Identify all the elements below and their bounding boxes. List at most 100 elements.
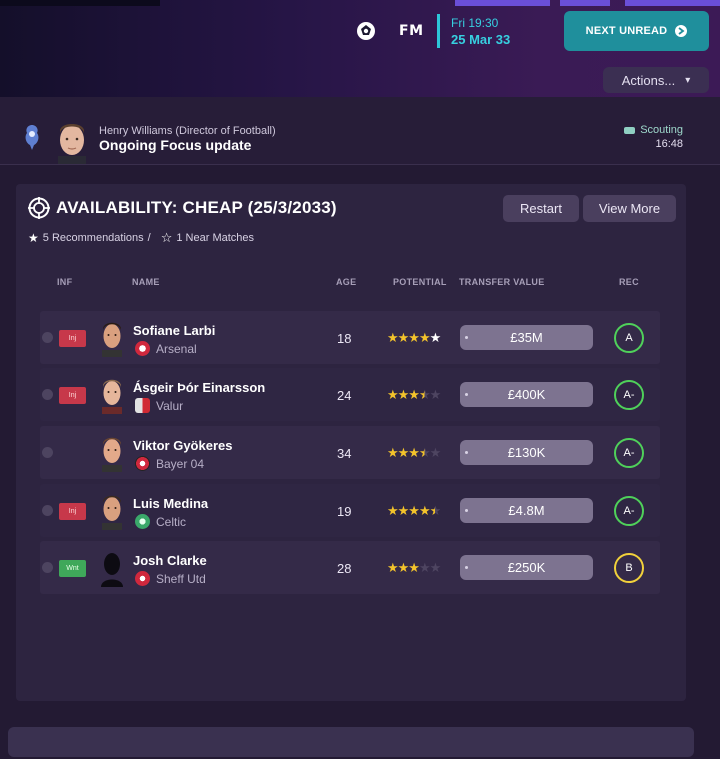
player-silhouette-icon <box>101 553 123 587</box>
player-club[interactable]: Arsenal <box>135 341 197 356</box>
valur-crest-icon <box>135 398 150 413</box>
recommendation-grade: A- <box>614 380 644 410</box>
row-select-checkbox[interactable] <box>42 505 53 516</box>
actions-dropdown[interactable]: Actions... ▾ <box>603 67 709 93</box>
top-stripe <box>625 0 720 6</box>
celtic-crest-icon <box>135 514 150 529</box>
next-unread-label: NEXT UNREAD <box>585 25 668 37</box>
top-stripe-dark <box>0 0 160 6</box>
summary-line: ★ 5 Recommendations / ☆ 1 Near Matches <box>28 230 254 246</box>
wanted-badge: Wnt <box>59 560 86 577</box>
message-subject: Ongoing Focus update <box>99 137 252 153</box>
row-select-checkbox[interactable] <box>42 562 53 573</box>
player-age: 24 <box>337 388 352 403</box>
transfer-value: £35M <box>460 325 593 350</box>
recommendation-grade: A- <box>614 496 644 526</box>
player-club[interactable]: Sheff Utd <box>135 571 206 586</box>
club-name: Valur <box>156 398 184 413</box>
sender-avatar[interactable] <box>54 118 90 164</box>
player-face <box>102 437 122 472</box>
potential-stars: ★★★★★ <box>387 387 441 402</box>
player-club[interactable]: Valur <box>135 398 183 413</box>
table-row[interactable]: Viktor Gyökeres Bayer 04 34 ★★★★★ £130K … <box>40 426 660 479</box>
header-inf[interactable]: INF <box>57 277 72 287</box>
arrow-right-icon <box>675 25 688 37</box>
header-age[interactable]: AGE <box>336 277 356 287</box>
club-name: Bayer 04 <box>156 456 205 471</box>
date-divider <box>437 14 440 48</box>
player-name[interactable]: Ásgeir Þór Einarsson <box>133 380 265 395</box>
top-stripe <box>455 0 550 6</box>
player-name[interactable]: Sofiane Larbi <box>133 323 215 338</box>
transfer-value: £130K <box>460 440 593 465</box>
injury-badge: Inj <box>59 503 86 520</box>
player-name[interactable]: Luis Medina <box>133 496 208 511</box>
potential-stars: ★★★★★ <box>387 503 441 518</box>
header-rec[interactable]: REC <box>619 277 639 287</box>
top-bar: FM Fri 19:30 25 Mar 33 NEXT UNREAD Actio… <box>0 0 720 97</box>
injury-badge: Inj <box>59 330 86 347</box>
player-name[interactable]: Viktor Gyökeres <box>133 438 232 453</box>
player-face <box>102 379 122 414</box>
game-date: 25 Mar 33 <box>451 32 511 47</box>
club-name: Celtic <box>156 514 187 529</box>
club-name: Sheff Utd <box>156 571 206 586</box>
player-name[interactable]: Josh Clarke <box>133 553 207 568</box>
player-age: 19 <box>337 504 352 519</box>
table-row[interactable]: Inj Sofiane Larbi Arsenal 18 ★★★★★ £35M … <box>40 311 660 364</box>
player-age: 28 <box>337 561 352 576</box>
transfer-value: £400K <box>460 382 593 407</box>
header-transfer-value[interactable]: TRANSFER VALUE <box>459 277 545 287</box>
player-club[interactable]: Celtic <box>135 514 186 529</box>
recommendations-count[interactable]: 5 Recommendations <box>43 232 144 244</box>
summary-separator: / <box>147 232 151 244</box>
crosshair-icon <box>28 197 50 219</box>
view-more-button[interactable]: View More <box>583 195 676 222</box>
star-outline-icon: ☆ <box>160 230 173 245</box>
transfer-value: £250K <box>460 555 593 580</box>
footer-bar <box>8 727 694 757</box>
table-row[interactable]: Inj Ásgeir Þór Einarsson Valur 24 ★★★★★ … <box>40 368 660 421</box>
tag-icon <box>624 126 636 134</box>
message-sender: Henry Williams (Director of Football) <box>99 125 276 137</box>
top-stripe <box>560 0 610 6</box>
arsenal-crest-icon <box>135 341 150 356</box>
near-matches-count[interactable]: 1 Near Matches <box>176 232 254 244</box>
table-row[interactable]: Wnt Josh Clarke Sheff Utd 28 ★★★★★ £250K… <box>40 541 660 594</box>
transfer-value: £4.8M <box>460 498 593 523</box>
recommendation-grade: B <box>614 553 644 583</box>
restart-button[interactable]: Restart <box>503 195 579 222</box>
panel-title: AVAILABILITY: CHEAP (25/3/2033) <box>28 197 337 219</box>
actions-label: Actions... <box>621 72 676 88</box>
table-row[interactable]: Inj Luis Medina Celtic 19 ★★★★★ £4.8M A- <box>40 484 660 537</box>
recommendation-grade: A <box>614 323 644 353</box>
header-name[interactable]: NAME <box>132 277 160 287</box>
row-select-checkbox[interactable] <box>42 389 53 400</box>
recommendation-grade: A- <box>614 438 644 468</box>
potential-stars: ★★★★★ <box>387 560 441 575</box>
chevron-down-icon: ▾ <box>685 74 691 86</box>
player-age: 34 <box>337 446 352 461</box>
row-select-checkbox[interactable] <box>42 332 53 343</box>
header-potential[interactable]: POTENTIAL <box>393 277 447 287</box>
message-time: 16:48 <box>655 138 683 150</box>
injury-badge: Inj <box>59 387 86 404</box>
next-unread-button[interactable]: NEXT UNREAD <box>564 11 709 51</box>
message-category: Scouting <box>624 124 683 136</box>
club-crest-icon <box>25 125 39 150</box>
star-icon: ★ <box>28 231 39 245</box>
player-age: 18 <box>337 331 352 346</box>
player-face <box>102 495 122 530</box>
category-label: Scouting <box>640 124 683 136</box>
bayer-crest-icon <box>135 456 150 471</box>
club-name: Arsenal <box>156 341 197 356</box>
potential-stars: ★★★★★ <box>387 330 441 345</box>
game-time: Fri 19:30 <box>451 16 499 30</box>
panel-title-text: AVAILABILITY: CHEAP (25/3/2033) <box>56 198 337 217</box>
player-club[interactable]: Bayer 04 <box>135 456 204 471</box>
sheff-utd-crest-icon <box>135 571 150 586</box>
club-badge-icon[interactable] <box>355 20 377 42</box>
row-select-checkbox[interactable] <box>42 447 53 458</box>
potential-stars: ★★★★★ <box>387 445 441 460</box>
fm-logo[interactable]: FM <box>399 23 424 39</box>
